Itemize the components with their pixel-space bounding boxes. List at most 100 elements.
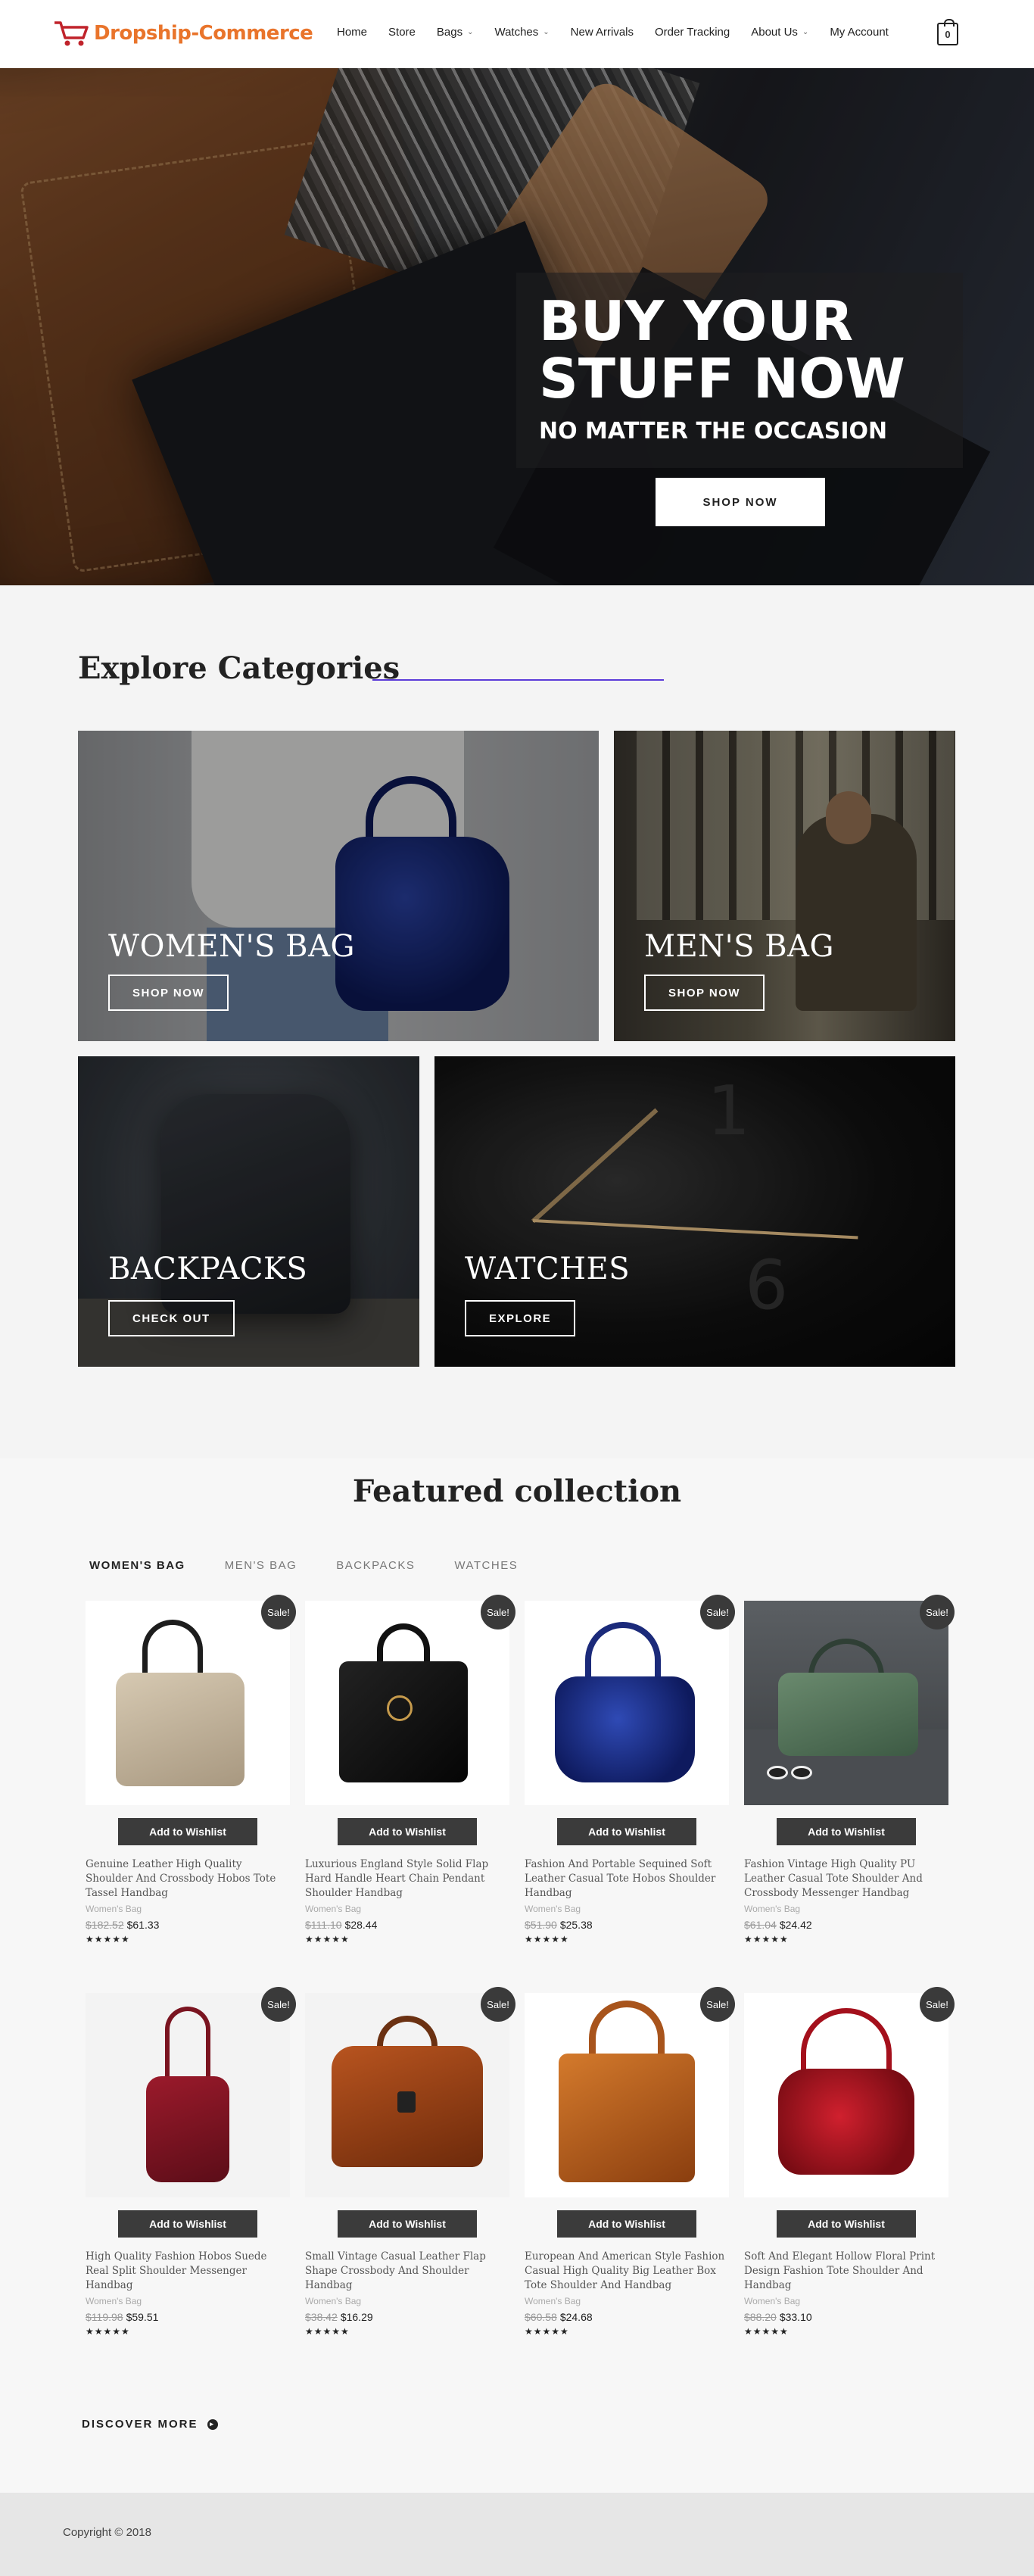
category-shop-now-button[interactable]: SHOP NOW	[108, 975, 229, 1011]
sale-badge: Sale!	[920, 1595, 955, 1629]
product-card[interactable]: Sale! Add to Wishlist Genuine Leather Hi…	[86, 1595, 296, 1944]
nav-label: Home	[337, 26, 368, 39]
rating-stars: ★★★★★	[525, 1934, 569, 1944]
product-name[interactable]: Small Vintage Casual Leather Flap Shape …	[305, 2250, 509, 2293]
product-category[interactable]: Women's Bag	[525, 2296, 729, 2306]
product-image[interactable]	[525, 1993, 729, 2197]
main-nav: Home Store Bags ⌄ Watches ⌄ New Arrivals O…	[337, 26, 910, 39]
product-card[interactable]: Sale! Add to Wishlist High Quality Fashi…	[86, 1987, 296, 2337]
product-card[interactable]: Sale! Add to Wishlist Fashion Vintage Hi…	[744, 1595, 955, 1944]
nav-item-home[interactable]: Home	[337, 26, 367, 39]
sale-price: $61.33	[126, 1919, 160, 1931]
nav-item-about-us[interactable]: About Us ⌄	[751, 26, 808, 39]
hero-shop-now-button[interactable]: SHOP NOW	[656, 478, 825, 526]
product-category[interactable]: Women's Bag	[744, 2296, 948, 2306]
product-name[interactable]: Luxurious England Style Solid Flap Hard …	[305, 1857, 509, 1901]
category-card-backpacks[interactable]: BACKPACKS CHECK OUT	[78, 1056, 419, 1367]
site-logo[interactable]: Dropship-Commerce	[53, 18, 313, 48]
product-price: $60.58 $24.68	[525, 2311, 729, 2323]
product-category[interactable]: Women's Bag	[525, 1904, 729, 1914]
tab-mens-bag[interactable]: MEN'S BAG	[225, 1559, 297, 1572]
copyright-text: Copyright © 2018	[63, 2526, 151, 2539]
rating-stars: ★★★★★	[86, 1934, 130, 1944]
add-to-wishlist-button[interactable]: Add to Wishlist	[557, 1818, 696, 1845]
sale-price: $24.42	[779, 1919, 812, 1931]
product-card[interactable]: Sale! Add to Wishlist European And Ameri…	[525, 1987, 735, 2337]
category-title: BACKPACKS	[108, 1252, 308, 1286]
product-tabs: WOMEN'S BAG MEN'S BAG BACKPACKS WATCHES	[89, 1559, 557, 1572]
add-to-wishlist-button[interactable]: Add to Wishlist	[338, 2210, 477, 2238]
discover-more-label: DISCOVER MORE	[82, 2418, 198, 2431]
nav-item-order-tracking[interactable]: Order Tracking	[655, 26, 730, 39]
category-title: WATCHES	[465, 1252, 631, 1286]
sale-price: $24.68	[559, 2311, 593, 2323]
sale-badge: Sale!	[481, 1987, 515, 2022]
product-name[interactable]: European And American Style Fashion Casu…	[525, 2250, 729, 2293]
cart-icon[interactable]: 0	[937, 19, 958, 45]
chevron-down-icon: ⌄	[802, 28, 809, 36]
add-to-wishlist-button[interactable]: Add to Wishlist	[118, 1818, 257, 1845]
product-category[interactable]: Women's Bag	[86, 2296, 290, 2306]
nav-item-my-account[interactable]: My Account	[830, 26, 889, 39]
site-header: Dropship-Commerce Home Store Bags ⌄ Watch…	[0, 0, 1034, 68]
add-to-wishlist-button[interactable]: Add to Wishlist	[118, 2210, 257, 2238]
rating-stars: ★★★★★	[744, 1934, 789, 1944]
nav-item-watches[interactable]: Watches ⌄	[494, 26, 549, 39]
product-price: $119.98 $59.51	[86, 2311, 290, 2323]
product-card[interactable]: Sale! Add to Wishlist Small Vintage Casu…	[305, 1987, 515, 2337]
chevron-down-icon: ⌄	[543, 28, 550, 36]
old-price: $60.58	[525, 2311, 557, 2323]
product-name[interactable]: Fashion Vintage High Quality PU Leather …	[744, 1857, 948, 1901]
product-image[interactable]	[744, 1601, 948, 1805]
rating-stars: ★★★★★	[744, 2326, 789, 2337]
product-category[interactable]: Women's Bag	[744, 1904, 948, 1914]
nav-item-store[interactable]: Store	[388, 26, 416, 39]
product-price: $38.42 $16.29	[305, 2311, 509, 2323]
old-price: $182.52	[86, 1919, 124, 1931]
category-card-mens-bag[interactable]: MEN'S BAG SHOP NOW	[614, 731, 955, 1041]
product-category[interactable]: Women's Bag	[305, 1904, 509, 1914]
tab-backpacks[interactable]: BACKPACKS	[336, 1559, 415, 1572]
product-image[interactable]	[305, 1601, 509, 1805]
product-price: $182.52 $61.33	[86, 1919, 290, 1931]
product-name[interactable]: High Quality Fashion Hobos Suede Real Sp…	[86, 2250, 290, 2293]
product-card[interactable]: Sale! Add to Wishlist Soft And Elegant H…	[744, 1987, 955, 2337]
product-card[interactable]: Sale! Add to Wishlist Luxurious England …	[305, 1595, 515, 1944]
product-price: $51.90 $25.38	[525, 1919, 729, 1931]
add-to-wishlist-button[interactable]: Add to Wishlist	[777, 1818, 916, 1845]
tab-watches[interactable]: WATCHES	[454, 1559, 518, 1572]
heading-divider	[372, 679, 664, 681]
old-price: $61.04	[744, 1919, 777, 1931]
product-card[interactable]: Sale! Add to Wishlist Fashion And Portab…	[525, 1595, 735, 1944]
category-shop-now-button[interactable]: SHOP NOW	[644, 975, 765, 1011]
product-category[interactable]: Women's Bag	[305, 2296, 509, 2306]
nav-item-new-arrivals[interactable]: New Arrivals	[571, 26, 634, 39]
featured-collection-section: Featured collection WOMEN'S BAG MEN'S BA…	[0, 1458, 1034, 2493]
product-image[interactable]	[86, 1993, 290, 2197]
product-image[interactable]	[525, 1601, 729, 1805]
product-name[interactable]: Fashion And Portable Sequined Soft Leath…	[525, 1857, 729, 1901]
add-to-wishlist-button[interactable]: Add to Wishlist	[557, 2210, 696, 2238]
product-image[interactable]	[305, 1993, 509, 2197]
product-category[interactable]: Women's Bag	[86, 1904, 290, 1914]
product-name[interactable]: Soft And Elegant Hollow Floral Print Des…	[744, 2250, 948, 2293]
category-card-womens-bag[interactable]: WOMEN'S BAG SHOP NOW	[78, 731, 599, 1041]
nav-label: Watches	[494, 26, 539, 39]
category-check-out-button[interactable]: CHECK OUT	[108, 1300, 235, 1336]
nav-label: Store	[388, 26, 416, 39]
category-card-watches[interactable]: 1 6 WATCHES EXPLORE	[434, 1056, 955, 1367]
product-name[interactable]: Genuine Leather High Quality Shoulder An…	[86, 1857, 290, 1901]
tab-womens-bag[interactable]: WOMEN'S BAG	[89, 1559, 185, 1572]
discover-more-link[interactable]: DISCOVER MORE ▸	[82, 2418, 218, 2431]
product-image[interactable]	[86, 1601, 290, 1805]
category-explore-button[interactable]: EXPLORE	[465, 1300, 576, 1336]
sale-price: $28.44	[344, 1919, 378, 1931]
add-to-wishlist-button[interactable]: Add to Wishlist	[338, 1818, 477, 1845]
product-image[interactable]	[744, 1993, 948, 2197]
section-heading: Featured collection	[352, 1474, 682, 1509]
cart-logo-icon	[55, 21, 89, 46]
old-price: $111.10	[305, 1919, 342, 1931]
nav-label: My Account	[830, 26, 889, 39]
nav-item-bags[interactable]: Bags ⌄	[437, 26, 474, 39]
add-to-wishlist-button[interactable]: Add to Wishlist	[777, 2210, 916, 2238]
